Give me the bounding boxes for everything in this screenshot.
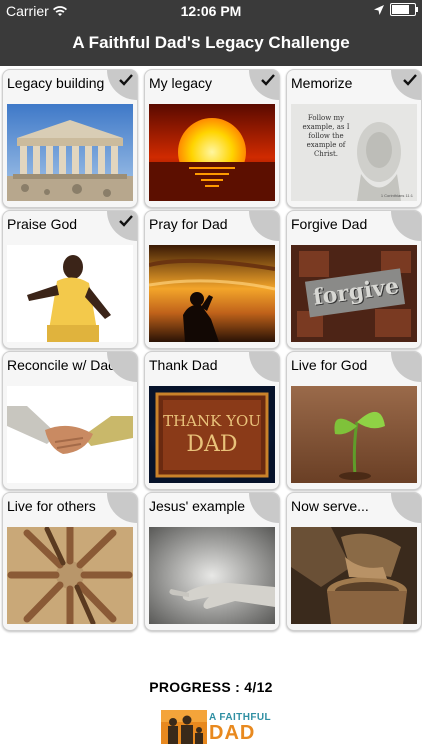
tile-live-for-others[interactable]: Live for others xyxy=(2,492,138,631)
tile-label: Legacy building xyxy=(7,75,105,91)
reaching-hand-image xyxy=(149,527,275,624)
tile-label: Thank Dad xyxy=(149,357,218,373)
tile-label: Now serve... xyxy=(291,498,369,514)
completion-corner xyxy=(391,352,421,382)
thank-you-dad-image: THANK YOU DAD xyxy=(149,386,275,483)
completion-corner xyxy=(391,493,421,523)
tile-reconcile-with-dad[interactable]: Reconcile w/ Dad xyxy=(2,351,138,490)
tile-label: Praise God xyxy=(7,216,78,232)
thank-you-text: THANK YOU xyxy=(163,412,261,430)
completion-corner xyxy=(249,70,279,100)
circle-of-hands-image xyxy=(7,527,133,624)
status-icons xyxy=(374,3,418,16)
handshake-image xyxy=(7,386,133,483)
completion-corner xyxy=(249,493,279,523)
jesus-verse-image: Follow my example, as I follow the examp… xyxy=(291,104,417,201)
battery-fill xyxy=(392,5,409,14)
completion-corner xyxy=(107,493,137,523)
parthenon-image xyxy=(7,104,133,201)
tile-pray-for-dad[interactable]: Pray for Dad xyxy=(144,210,280,349)
completion-corner xyxy=(391,211,421,241)
status-bar: Carrier 12:06 PM xyxy=(0,0,422,22)
checkmark-icon xyxy=(119,74,133,86)
tile-label: Forgive Dad xyxy=(291,216,368,232)
logo-line2: DAD xyxy=(209,722,256,744)
completion-corner xyxy=(249,352,279,382)
tile-label: Reconcile w/ Dad xyxy=(7,357,116,373)
completion-corner xyxy=(391,70,421,100)
tile-praise-god[interactable]: Praise God xyxy=(2,210,138,349)
battery-icon xyxy=(390,3,418,16)
verse-reference: 1 Corinthians 11:1 xyxy=(380,193,413,198)
tile-jesus-example[interactable]: Jesus' example xyxy=(144,492,280,631)
verse-text: Follow my example, as I follow the examp… xyxy=(302,114,350,158)
tile-label: Live for God xyxy=(291,357,368,373)
sunset-image xyxy=(149,104,275,201)
tile-now-serve[interactable]: Now serve... xyxy=(286,492,422,631)
clock: 12:06 PM xyxy=(180,3,242,19)
praising-man-image xyxy=(7,245,133,342)
washing-feet-image xyxy=(291,527,417,624)
checkmark-icon xyxy=(261,74,275,86)
forgive-type-image: forgive xyxy=(291,245,417,342)
tile-thank-dad[interactable]: Thank Dad THANK YOU DAD xyxy=(144,351,280,490)
tile-label: My legacy xyxy=(149,75,213,91)
praying-silhouette-image xyxy=(149,245,275,342)
sprout-image xyxy=(291,386,417,483)
checkmark-icon xyxy=(119,215,133,227)
tile-label: Memorize xyxy=(291,75,353,91)
checkmark-icon xyxy=(403,74,417,86)
page-title: A Faithful Dad's Legacy Challenge xyxy=(72,33,350,52)
tile-label: Jesus' example xyxy=(149,498,246,514)
tile-memorize[interactable]: Memorize Follow my example, as I follow … xyxy=(286,69,422,208)
tile-label: Pray for Dad xyxy=(149,216,228,232)
completion-corner xyxy=(107,211,137,241)
tile-forgive-dad[interactable]: Forgive Dad forgive xyxy=(286,210,422,349)
tile-live-for-god[interactable]: Live for God xyxy=(286,351,422,490)
tile-legacy-building[interactable]: Legacy building xyxy=(2,69,138,208)
completion-corner xyxy=(107,352,137,382)
tile-label: Live for others xyxy=(7,498,96,514)
dad-text: DAD xyxy=(186,432,238,457)
completion-corner xyxy=(249,211,279,241)
tile-my-legacy[interactable]: My legacy xyxy=(144,69,280,208)
nav-bar: A Faithful Dad's Legacy Challenge xyxy=(0,22,422,66)
location-arrow-icon xyxy=(374,4,384,15)
completion-corner xyxy=(107,70,137,100)
progress-label: PROGRESS : 4/12 xyxy=(149,679,273,695)
faithful-dad-logo: A FAITHFUL DAD xyxy=(161,706,271,748)
